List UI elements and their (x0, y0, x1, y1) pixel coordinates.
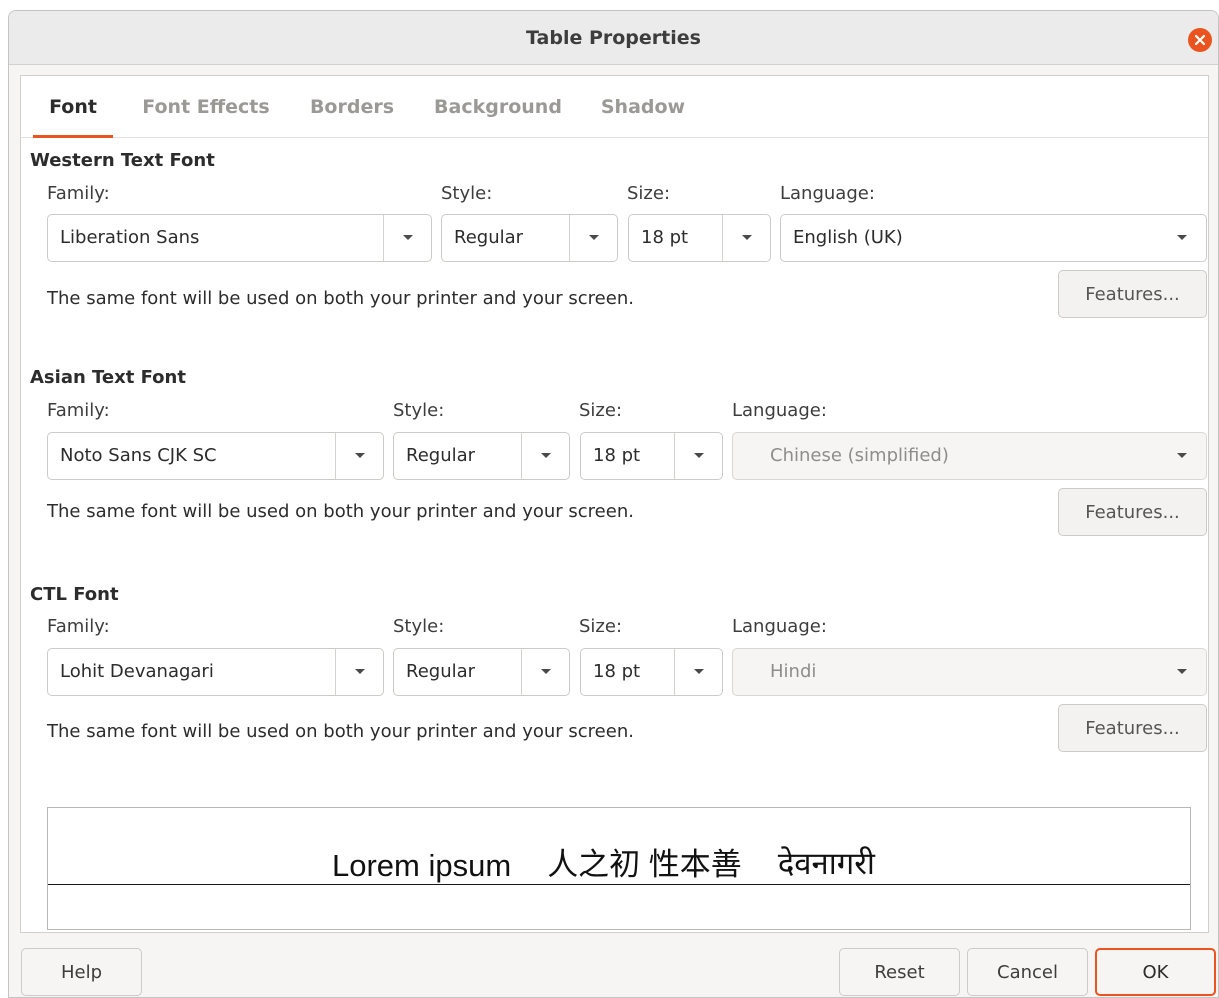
cancel-button[interactable]: Cancel (967, 948, 1088, 996)
asian-size-combo[interactable]: 18 pt (580, 432, 723, 480)
preview-baseline (48, 884, 1190, 885)
preview-asian-text: 人之初 性本善 (547, 847, 742, 882)
asian-info-text: The same font will be used on both your … (47, 501, 634, 522)
chevron-down-icon[interactable] (335, 649, 383, 695)
chevron-down-icon[interactable] (722, 215, 770, 261)
western-style-label: Style: (441, 183, 493, 204)
ctl-style-combo[interactable]: Regular (393, 648, 570, 696)
asian-family-value: Noto Sans CJK SC (60, 445, 217, 466)
asian-style-label: Style: (393, 400, 445, 421)
ctl-size-combo[interactable]: 18 pt (580, 648, 723, 696)
western-info-text: The same font will be used on both your … (47, 288, 634, 309)
ctl-family-value: Lohit Devanagari (60, 661, 214, 682)
preview-western-text: Lorem ipsum (332, 848, 512, 883)
western-size-combo[interactable]: 18 pt (628, 214, 771, 262)
western-language-label: Language: (780, 183, 875, 204)
asian-size-label: Size: (579, 400, 623, 421)
western-family-label: Family: (47, 183, 110, 204)
ctl-size-value: 18 pt (593, 661, 641, 682)
dialog-title: Table Properties (526, 26, 701, 49)
chevron-down-icon[interactable] (1158, 215, 1206, 261)
ctl-language-combo[interactable]: Hindi (732, 648, 1207, 696)
asian-features-button[interactable]: Features... (1058, 488, 1207, 536)
western-language-value: English (UK) (793, 227, 903, 248)
ctl-font-heading: CTL Font (30, 584, 119, 605)
ctl-size-label: Size: (579, 616, 623, 637)
western-features-button[interactable]: Features... (1058, 270, 1207, 318)
preview-ctl-text: देवनागरी (777, 846, 875, 881)
font-preview: Lorem ipsum 人之初 性本善 देवनागरी (47, 807, 1191, 930)
chevron-down-icon[interactable] (1158, 649, 1206, 695)
ctl-style-value: Regular (406, 661, 476, 682)
tab-borders[interactable]: Borders (301, 76, 403, 138)
asian-style-combo[interactable]: Regular (393, 432, 570, 480)
western-style-value: Regular (454, 227, 524, 248)
dialog-window: Table Properties Font Font Effects Borde… (8, 10, 1219, 998)
help-button[interactable]: Help (21, 948, 142, 996)
western-size-value: 18 pt (641, 227, 689, 248)
close-icon (1194, 34, 1206, 46)
chevron-down-icon[interactable] (1158, 433, 1206, 479)
asian-language-value: Chinese (simplified) (770, 445, 949, 466)
asian-language-label: Language: (732, 400, 827, 421)
tab-bar: Font Font Effects Borders Background Sha… (21, 76, 1208, 138)
western-family-value: Liberation Sans (60, 227, 200, 248)
tab-shadow[interactable]: Shadow (593, 76, 693, 138)
close-button[interactable] (1188, 28, 1212, 52)
title-bar: Table Properties (9, 11, 1218, 65)
asian-family-combo[interactable]: Noto Sans CJK SC (47, 432, 384, 480)
ctl-features-button[interactable]: Features... (1058, 704, 1207, 752)
tab-background[interactable]: Background (427, 76, 569, 138)
tab-font[interactable]: Font (33, 76, 113, 138)
reset-button[interactable]: Reset (839, 948, 960, 996)
asian-font-heading: Asian Text Font (30, 367, 186, 388)
ok-button[interactable]: OK (1095, 948, 1216, 996)
chevron-down-icon[interactable] (674, 433, 722, 479)
ctl-info-text: The same font will be used on both your … (47, 721, 634, 742)
asian-style-value: Regular (406, 445, 476, 466)
western-font-heading: Western Text Font (30, 150, 215, 171)
ctl-family-label: Family: (47, 616, 110, 637)
asian-family-label: Family: (47, 400, 110, 421)
asian-language-combo[interactable]: Chinese (simplified) (732, 432, 1207, 480)
chevron-down-icon[interactable] (569, 215, 617, 261)
chevron-down-icon[interactable] (335, 433, 383, 479)
chevron-down-icon[interactable] (521, 433, 569, 479)
ctl-language-value: Hindi (770, 661, 817, 682)
chevron-down-icon[interactable] (521, 649, 569, 695)
ctl-language-label: Language: (732, 616, 827, 637)
western-language-combo[interactable]: English (UK) (780, 214, 1207, 262)
ctl-style-label: Style: (393, 616, 445, 637)
chevron-down-icon[interactable] (674, 649, 722, 695)
western-size-label: Size: (627, 183, 671, 204)
tab-panel: Font Font Effects Borders Background Sha… (20, 75, 1209, 933)
chevron-down-icon[interactable] (383, 215, 431, 261)
western-style-combo[interactable]: Regular (441, 214, 618, 262)
western-family-combo[interactable]: Liberation Sans (47, 214, 432, 262)
tab-font-effects[interactable]: Font Effects (131, 76, 281, 138)
ctl-family-combo[interactable]: Lohit Devanagari (47, 648, 384, 696)
asian-size-value: 18 pt (593, 445, 641, 466)
preview-text: Lorem ipsum 人之初 性本善 देवनागरी (328, 846, 879, 884)
